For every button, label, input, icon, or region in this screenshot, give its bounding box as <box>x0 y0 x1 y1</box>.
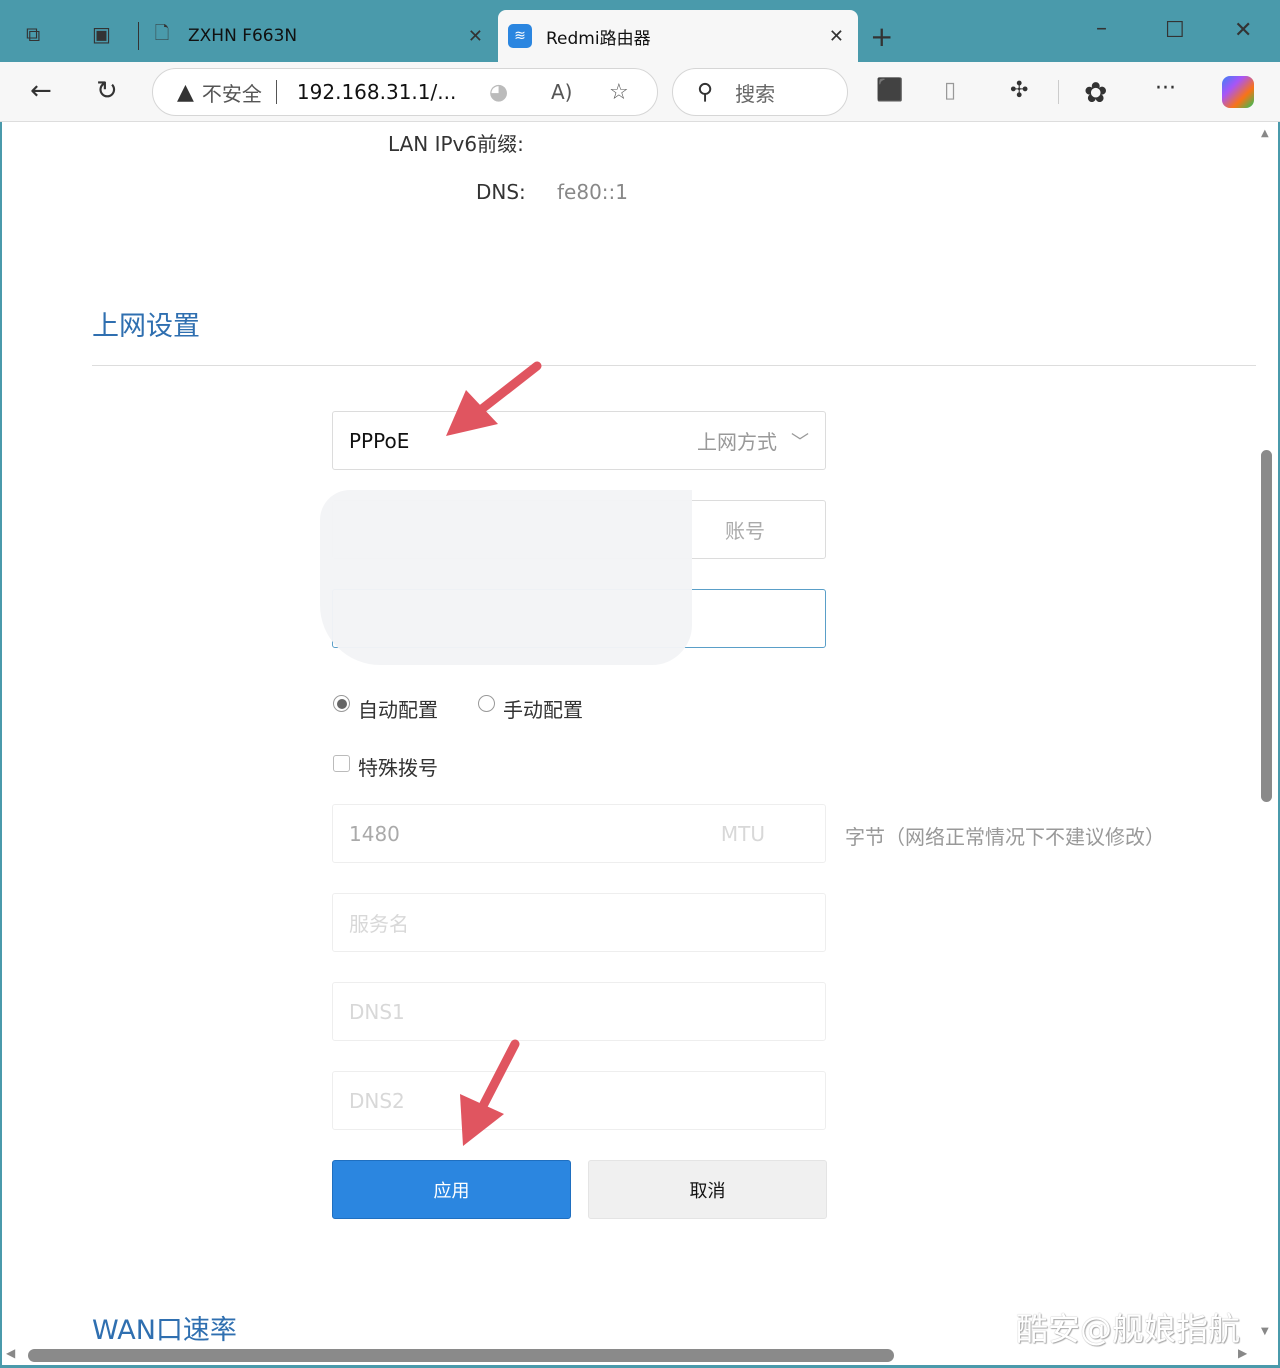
scroll-left-icon[interactable]: ◀ <box>6 1346 15 1360</box>
scroll-down-icon[interactable]: ▼ <box>1261 1326 1269 1337</box>
scroll-up-icon[interactable]: ▲ <box>1261 128 1269 139</box>
annotation-arrows <box>446 361 542 1146</box>
scroll-right-icon[interactable]: ▶ <box>1238 1346 1247 1360</box>
arrow-to-connection-type <box>446 361 542 436</box>
vertical-scrollbar-thumb[interactable] <box>1261 450 1272 802</box>
horizontal-scrollbar-thumb[interactable] <box>28 1349 894 1362</box>
arrow-to-apply <box>460 1039 520 1146</box>
